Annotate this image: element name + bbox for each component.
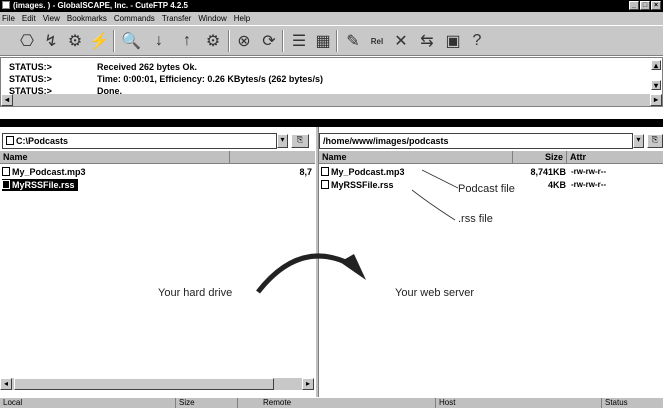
podcast-file-annotation: Podcast file — [458, 183, 515, 195]
annotation-arrows — [256, 169, 459, 294]
queue-col-host[interactable]: Host — [436, 398, 602, 408]
transfer-arrowhead — [340, 254, 366, 280]
queue-header: Local Size Remote Host Status — [0, 397, 663, 408]
transfer-arrow — [256, 253, 354, 294]
rss-file-annotation: .rss file — [458, 213, 493, 225]
queue-col-status[interactable]: Status — [602, 398, 663, 408]
queue-col-size[interactable]: Size — [176, 398, 238, 408]
podcast-file-pointer — [421, 169, 459, 189]
hard-drive-annotation: Your hard drive — [158, 287, 233, 299]
queue-col-local[interactable]: Local — [0, 398, 176, 408]
web-server-annotation: Your web server — [395, 287, 475, 299]
rss-file-pointer — [411, 189, 456, 221]
queue-col-remote[interactable]: Remote — [260, 398, 436, 408]
